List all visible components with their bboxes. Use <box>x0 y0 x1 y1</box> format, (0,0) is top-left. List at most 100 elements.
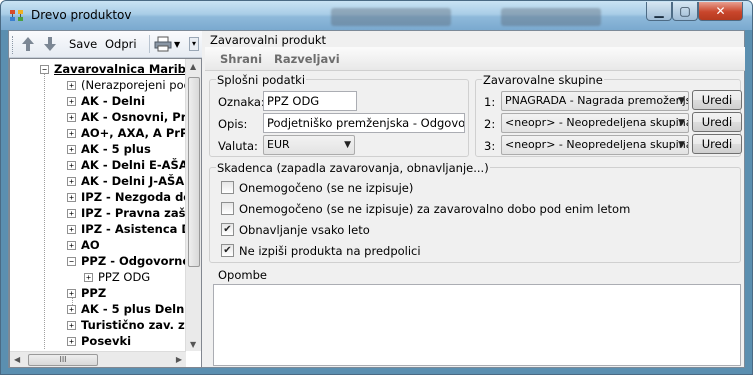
tree-node-label: AO <box>81 238 100 252</box>
edit-group-2-button[interactable]: Uredi <box>692 112 742 132</box>
description-field[interactable]: Podjetniško premženjska - Odgovornost <box>263 113 465 133</box>
insurance-group-select-2[interactable]: <neopr> - Neopredeljena skupina ▼ <box>501 113 689 133</box>
tree-node[interactable]: + Posevki <box>67 333 131 349</box>
checkbox-label: Obnavljanje vsako leto <box>239 223 370 237</box>
maximize-button[interactable]: ▢ <box>672 2 698 21</box>
expand-icon[interactable]: + <box>67 144 76 154</box>
tree-node[interactable]: + AK - Delni <box>67 93 145 109</box>
checkbox-label: Ne izpiši produkta na predpolici <box>239 244 421 258</box>
tree-node-label: PPZ <box>81 286 107 300</box>
expand-icon[interactable]: + <box>67 336 76 346</box>
expand-icon[interactable]: + <box>67 96 76 106</box>
checkbox-hide-on-prepolicy[interactable]: ✔ <box>221 244 234 257</box>
minimize-button[interactable]: ▁ <box>646 2 672 21</box>
collapse-icon[interactable]: − <box>40 64 49 74</box>
notes-textarea[interactable] <box>213 284 741 366</box>
currency-select[interactable]: EUR ▼ <box>263 135 355 155</box>
tree-node[interactable]: + AK - Delni E-AŠA <box>67 157 188 173</box>
tree-node-label: Zavarovalnica Maribor <box>54 62 200 76</box>
expand-icon[interactable]: + <box>67 80 76 90</box>
currency-value: EUR <box>267 138 290 151</box>
tree-node[interactable]: + AO <box>67 237 100 253</box>
tree-node-label: PPZ ODG <box>98 270 151 284</box>
tree-node-label: AK - 5 plus <box>81 142 151 156</box>
expand-icon[interactable]: + <box>67 128 76 138</box>
scroll-up-icon[interactable]: ▲ <box>190 62 196 71</box>
print-button[interactable]: ▼ <box>154 35 180 53</box>
scroll-down-icon[interactable]: ▼ <box>190 340 196 349</box>
tree-guide-line <box>44 69 45 349</box>
checkbox-label: Onemogočeno (se ne izpisuje) za zavarova… <box>239 202 631 216</box>
tree-node[interactable]: + AK - Delni J-AŠA <box>67 173 184 189</box>
toolbar-separator <box>149 35 150 53</box>
insurance-group-select-3[interactable]: <neopr> - Neopredeljena skupina ▼ <box>501 135 689 155</box>
tree-node[interactable]: + IPZ - Asistenca Do <box>67 221 199 237</box>
collapse-icon[interactable]: − <box>67 256 76 266</box>
scroll-right-icon[interactable]: ▶ <box>176 355 182 364</box>
edit-group-1-button[interactable]: Uredi <box>692 90 742 110</box>
expand-icon[interactable]: + <box>84 272 93 282</box>
checkbox-renew-yearly[interactable]: ✔ <box>221 223 234 236</box>
toolbar-overflow-button[interactable]: ▾ <box>189 37 199 51</box>
save-product-button[interactable]: Shrani <box>220 52 262 66</box>
checkbox-label: Onemogočeno (se ne izpisuje) <box>239 181 414 195</box>
move-up-button[interactable] <box>21 35 35 53</box>
open-button[interactable]: Odpri <box>105 35 137 53</box>
tree-root-node[interactable]: − Zavarovalnica Maribor <box>40 61 199 77</box>
tree-node[interactable]: + AO+, AXA, A PrPo <box>67 125 196 141</box>
tree-node[interactable]: + AK - 5 plus Delni <box>67 301 188 317</box>
chevron-down-icon: ▼ <box>678 96 685 106</box>
maximize-icon: ▢ <box>679 4 691 18</box>
tree-node-label: IPZ - Nezgoda dod <box>81 190 200 204</box>
expand-icon[interactable]: + <box>67 192 76 202</box>
tree-node[interactable]: + IPZ - Pravna zašči <box>67 205 196 221</box>
title-bar[interactable]: Drevo produktov ▁ ▢ ✕ <box>1 1 752 30</box>
group-legend: Splošni podatki <box>216 73 307 87</box>
expand-icon[interactable]: + <box>67 288 76 298</box>
group-select-value: PNAGRADA - Nagrada premoženjs <box>505 94 689 107</box>
expand-icon[interactable]: + <box>67 304 76 314</box>
product-tree[interactable]: − Zavarovalnica Maribor + (Nerazporejeni … <box>9 58 202 368</box>
tree-node[interactable]: − PPZ - Odgovornost <box>67 253 201 269</box>
scroll-thumb[interactable]: III <box>28 354 98 366</box>
tree-node[interactable]: + Turistično zav. z as <box>67 317 201 333</box>
edit-group-3-button[interactable]: Uredi <box>692 134 742 154</box>
expand-icon[interactable]: + <box>67 224 76 234</box>
checkbox-disabled[interactable] <box>221 181 234 194</box>
code-field[interactable]: PPZ ODG <box>263 91 357 111</box>
tree-node[interactable]: + AK - 5 plus <box>67 141 151 157</box>
expand-icon[interactable]: + <box>67 160 76 170</box>
close-button[interactable]: ✕ <box>698 2 743 21</box>
tree-node[interactable]: + IPZ - Nezgoda dod <box>67 189 199 205</box>
chevron-down-icon: ▼ <box>678 118 685 128</box>
checkmark-icon: ✔ <box>223 245 232 256</box>
undo-button[interactable]: Razveljavi <box>274 52 340 66</box>
checkbox-disabled-short-term[interactable] <box>221 202 234 215</box>
tree-node[interactable]: + AK - Osnovni, Premi <box>67 109 202 125</box>
group-select-value: <neopr> - Neopredeljena skupina <box>505 138 689 151</box>
arrow-down-icon <box>44 37 56 51</box>
expand-icon[interactable]: + <box>67 112 76 122</box>
tree-node-label: Posevki <box>81 334 132 348</box>
tree-vertical-scrollbar[interactable]: ▲ ▼ <box>185 59 201 351</box>
tree-node[interactable]: + PPZ <box>67 285 106 301</box>
tree-node-label: AK - Osnovni, Premi <box>81 110 202 124</box>
tree-node[interactable]: + (Nerazporejeni podproduk <box>67 77 201 93</box>
panel-toolbar: Shrani Razveljavi <box>205 47 745 71</box>
expand-icon[interactable]: + <box>67 176 76 186</box>
move-down-button[interactable] <box>43 35 57 53</box>
toolbar-grip[interactable] <box>12 36 15 54</box>
tree-horizontal-scrollbar[interactable]: ◀ III ▶ <box>10 351 186 367</box>
tree-node-label: IPZ - Pravna zašči <box>81 206 197 220</box>
expand-icon[interactable]: + <box>67 240 76 250</box>
scroll-left-icon[interactable]: ◀ <box>14 355 20 364</box>
expand-icon[interactable]: + <box>67 208 76 218</box>
expand-icon[interactable]: + <box>67 320 76 330</box>
tree-node-label: IPZ - Asistenca Do <box>81 222 199 236</box>
app-icon <box>10 10 23 21</box>
save-button[interactable]: Save <box>69 35 97 53</box>
insurance-group-select-1[interactable]: PNAGRADA - Nagrada premoženjs ▼ <box>501 91 689 111</box>
tree-node-selected[interactable]: + PPZ ODG <box>84 269 150 285</box>
scroll-thumb[interactable] <box>188 77 200 267</box>
tree-toolbar: Save Odpri ▼ ▾ <box>9 31 202 58</box>
